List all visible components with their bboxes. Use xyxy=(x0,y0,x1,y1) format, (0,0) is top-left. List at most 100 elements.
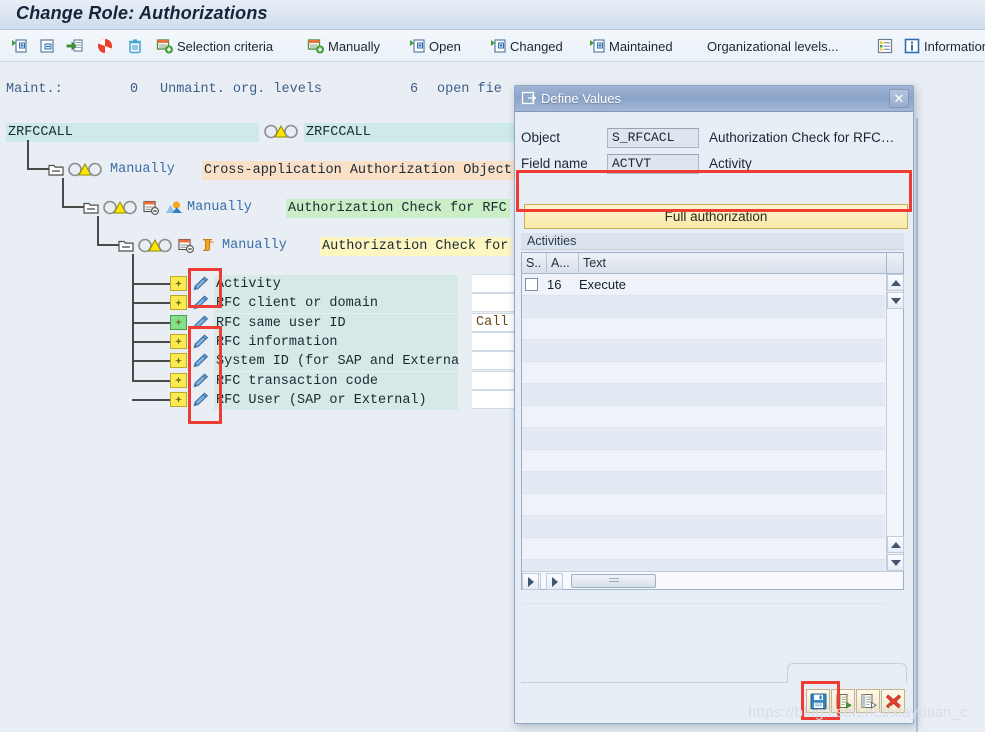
folder-expanded-icon[interactable] xyxy=(83,200,99,219)
save-button[interactable] xyxy=(806,689,830,713)
scroll-down-button[interactable] xyxy=(887,292,904,309)
toolbar-button-open[interactable]: Open xyxy=(406,33,463,59)
activity-text-cell xyxy=(579,318,879,340)
activity-text-cell xyxy=(579,472,879,494)
field-value-cell[interactable] xyxy=(472,351,516,371)
object-value-field[interactable]: S_RFCACL xyxy=(607,127,699,148)
status-traffic-icon xyxy=(138,238,172,258)
field-value-cell[interactable] xyxy=(472,293,516,313)
scroll-up-button[interactable] xyxy=(887,274,904,291)
chevron-up-icon xyxy=(890,279,901,286)
object-label: Object xyxy=(521,130,561,145)
toolbar-button-maintained[interactable]: Maintained xyxy=(586,33,675,59)
field-label: System ID (for SAP and Externa xyxy=(214,352,460,372)
toolbar-button-information[interactable]: Information xyxy=(901,33,985,59)
field-name-value-field[interactable]: ACTVT xyxy=(607,153,699,174)
chevron-right-icon xyxy=(527,576,534,587)
activity-code-cell xyxy=(547,340,579,362)
tree-node-status: Manually xyxy=(222,238,287,253)
toolbar-label: Organizational levels... xyxy=(707,38,839,54)
tree-node-text: Authorization Check for RFC xyxy=(286,199,510,218)
toolbar-button-deactivate[interactable] xyxy=(94,33,119,59)
activities-vertical-scrollbar[interactable] xyxy=(886,274,904,571)
cancel-button[interactable] xyxy=(881,689,905,713)
edit-pencil-icon[interactable] xyxy=(192,392,209,412)
status-traffic-icon xyxy=(103,200,137,220)
transfer-button[interactable] xyxy=(856,689,880,713)
field-status-chip[interactable] xyxy=(170,372,187,388)
field-status-chip[interactable] xyxy=(170,391,187,407)
folder-expanded-icon[interactable] xyxy=(118,238,134,257)
field-value-cell[interactable] xyxy=(472,389,516,409)
field-status-chip[interactable] xyxy=(170,295,187,311)
table-row[interactable]: 16 Execute xyxy=(522,274,885,296)
toolbar-button-manually[interactable]: Manually xyxy=(305,33,382,59)
row-select-cell[interactable] xyxy=(522,274,547,296)
field-status-chip[interactable] xyxy=(170,276,187,291)
footer-tab-shape xyxy=(787,663,907,683)
status-traffic-icon xyxy=(264,124,298,144)
toolbar-button-collapse-all[interactable] xyxy=(36,33,61,59)
scroll-page-down-button[interactable] xyxy=(887,554,904,571)
dialog-close-button[interactable]: ✕ xyxy=(889,89,909,108)
field-value-cell[interactable]: Call xyxy=(472,312,516,332)
row-select-cell xyxy=(522,362,547,384)
maintained-icon xyxy=(590,39,605,53)
grip-icon xyxy=(608,578,619,584)
activity-code-cell xyxy=(547,406,579,428)
copy-button[interactable] xyxy=(831,689,855,713)
tree-root-name: ZRFCCALL xyxy=(6,123,259,142)
activity-text-cell xyxy=(579,494,879,516)
field-status-chip[interactable] xyxy=(170,333,187,349)
row-select-cell xyxy=(522,538,547,560)
unmaint-label: Unmaint. org. levels xyxy=(160,82,323,97)
field-value-cell[interactable] xyxy=(472,274,516,293)
field-value: Call xyxy=(476,314,509,330)
activity-text-cell xyxy=(579,362,879,384)
hscroll-right-button[interactable] xyxy=(546,573,563,590)
activity-text-cell xyxy=(579,450,879,472)
toolbar-button-expand-all[interactable] xyxy=(8,33,33,59)
field-label: RFC information xyxy=(214,332,458,352)
field-value-cell[interactable] xyxy=(472,331,516,351)
column-header-select[interactable]: S.. xyxy=(522,252,547,274)
open-label: open fie xyxy=(437,82,502,97)
field-value-cell[interactable] xyxy=(472,370,516,390)
row-select-cell xyxy=(522,406,547,428)
toolbar-button-insert-row[interactable] xyxy=(64,33,89,59)
activity-code-cell xyxy=(547,538,579,560)
activity-text-cell: Execute xyxy=(579,276,626,292)
folder-expanded-icon[interactable] xyxy=(48,162,64,181)
cross-application-icon xyxy=(165,200,183,220)
toolbar-button-delete[interactable] xyxy=(124,33,149,59)
toolbar-button-changed[interactable]: Changed xyxy=(487,33,565,59)
field-status-chip[interactable] xyxy=(170,353,187,369)
manually-icon xyxy=(307,39,324,54)
column-header-activity[interactable]: A... xyxy=(547,252,579,274)
hscroll-thumb[interactable] xyxy=(571,574,656,588)
table-empty-row xyxy=(522,428,885,450)
activity-text-cell xyxy=(579,428,879,450)
toolbar-button-selection-criteria[interactable]: Selection criteria xyxy=(154,33,275,59)
asterisk-icon xyxy=(175,337,182,345)
field-status-chip[interactable] xyxy=(170,314,187,330)
table-empty-row xyxy=(522,318,885,340)
asterisk-icon xyxy=(175,318,182,326)
activities-horizontal-scrollbar[interactable] xyxy=(522,571,903,590)
row-checkbox[interactable] xyxy=(525,278,538,291)
asterisk-icon xyxy=(175,280,182,287)
activity-code-cell: 16 xyxy=(547,276,562,292)
hscroll-page-right-button[interactable] xyxy=(522,573,539,590)
activity-text-cell xyxy=(579,384,879,406)
scroll-page-up-button[interactable] xyxy=(887,536,904,553)
save-icon xyxy=(810,693,826,709)
transfer-icon xyxy=(861,693,877,709)
full-authorization-button[interactable]: Full authorization xyxy=(524,204,908,229)
column-header-text[interactable]: Text xyxy=(579,253,879,274)
define-values-dialog: Define Values ✕ Object S_RFCACL Authoriz… xyxy=(514,85,914,724)
cancel-red-x-icon xyxy=(885,694,901,708)
toolbar-button-org-levels-icon[interactable] xyxy=(874,33,899,59)
toolbar-label: Selection criteria xyxy=(177,38,274,54)
status-traffic-icon xyxy=(68,162,102,182)
toolbar-button-organizational-levels[interactable]: Organizational levels... xyxy=(705,33,841,59)
